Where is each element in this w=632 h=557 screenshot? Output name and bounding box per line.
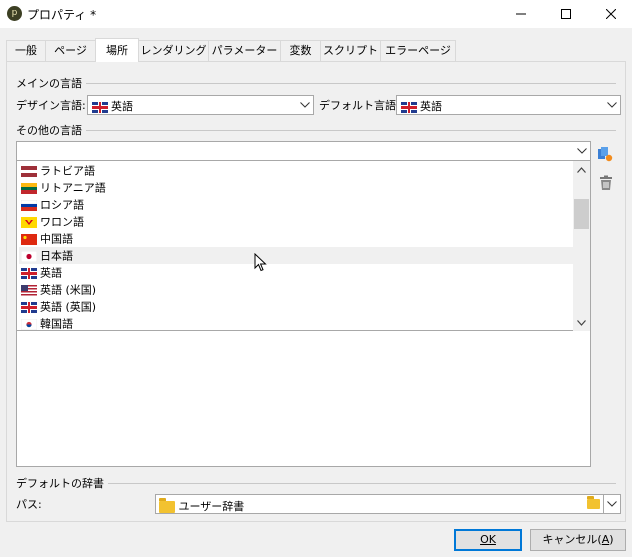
title-bar: p プロパティ * <box>0 0 632 28</box>
folder-icon <box>586 496 600 509</box>
list-item[interactable]: 日本語 <box>19 247 573 264</box>
folder-icon <box>159 498 175 513</box>
cancel-label: キャンセル( <box>542 533 602 546</box>
browse-folder-button[interactable] <box>584 495 602 513</box>
trash-icon[interactable] <box>598 175 614 191</box>
chevron-down-icon <box>576 148 587 154</box>
divider <box>86 129 616 131</box>
minimize-icon <box>516 13 526 15</box>
app-icon: p <box>7 6 22 21</box>
list-item[interactable]: ラトビア語 <box>19 162 573 179</box>
cancel-label-close: ) <box>609 533 614 546</box>
lithuania-flag-icon <box>21 182 37 194</box>
tab-error-pages[interactable]: エラーページ <box>380 40 456 61</box>
list-item-label: 日本語 <box>40 249 73 263</box>
main-language-section: メインの言語 <box>16 75 616 91</box>
list-item[interactable]: 中国語 <box>19 230 573 247</box>
tab-variables[interactable]: 変数 <box>280 40 321 61</box>
tab-general[interactable]: 一般 <box>6 40 46 61</box>
list-item-label: ラトビア語 <box>40 164 95 178</box>
list-item[interactable]: 英語 (米国) <box>19 281 573 298</box>
default-language-value: 英語 <box>420 100 442 113</box>
list-item-label: ロシア語 <box>40 198 84 212</box>
maximize-button[interactable] <box>543 0 589 28</box>
language-combo-input[interactable] <box>17 142 590 161</box>
korea-flag-icon <box>21 318 37 330</box>
list-item-label: 英語 (米国) <box>40 283 97 297</box>
minimize-button[interactable] <box>498 0 544 28</box>
ok-button[interactable]: OK <box>454 529 522 551</box>
path-label: パス: <box>16 498 42 511</box>
chevron-down-icon <box>607 501 617 507</box>
dictionary-path-field[interactable]: ユーザー辞書 <box>155 494 621 514</box>
uk-flag-icon <box>401 101 417 113</box>
tab-page[interactable]: ページ <box>45 40 96 61</box>
language-dropdown-list[interactable]: ラトビア語 リトアニア語 ロシア語 ワロン語 中国語 日本語 英語 英語 (米国… <box>17 161 590 331</box>
list-item[interactable]: リトアニア語 <box>19 179 573 196</box>
tab-bar: 一般 ページ 場所 レンダリング パラメーター 変数 スクリプト エラーページ <box>0 38 632 62</box>
maximize-icon <box>561 9 571 19</box>
dropdown-button[interactable] <box>603 96 620 114</box>
other-languages-list[interactable]: ラトビア語 リトアニア語 ロシア語 ワロン語 中国語 日本語 英語 英語 (米国… <box>16 141 591 467</box>
scroll-up-button[interactable] <box>573 161 590 178</box>
tab-rendering[interactable]: レンダリング <box>138 40 209 61</box>
chevron-down-icon <box>606 102 617 108</box>
list-item-label: 中国語 <box>40 232 73 246</box>
latvia-flag-icon <box>21 165 37 177</box>
default-language-select[interactable]: 英語 <box>396 95 621 115</box>
list-item[interactable]: 韓国語 <box>19 315 573 330</box>
uk-flag-icon <box>92 101 108 113</box>
scrollbar-thumb[interactable] <box>574 199 589 229</box>
list-item[interactable]: 英語 (英国) <box>19 298 573 315</box>
default-dictionary-section: デフォルトの辞書 <box>16 475 616 491</box>
list-item-label: 英語 <box>40 266 62 280</box>
dictionary-path-value: ユーザー辞書 <box>178 500 245 513</box>
vertical-scrollbar[interactable] <box>573 161 590 331</box>
chevron-up-icon <box>577 166 586 173</box>
usa-flag-icon <box>21 284 37 296</box>
list-item-label: ワロン語 <box>40 215 84 229</box>
china-flag-icon <box>21 233 37 245</box>
main-language-heading: メインの言語 <box>16 77 82 90</box>
list-item-label: 英語 (英国) <box>40 300 97 314</box>
default-language-label: デフォルト言語: <box>319 99 400 112</box>
chevron-down-icon <box>577 319 586 326</box>
close-button[interactable] <box>588 0 632 28</box>
russia-flag-icon <box>21 199 37 211</box>
dropdown-button[interactable] <box>573 142 590 160</box>
tab-location[interactable]: 場所 <box>95 38 139 62</box>
list-item[interactable]: ワロン語 <box>19 213 573 230</box>
window-title: プロパティ * <box>27 8 97 22</box>
design-language-value: 英語 <box>111 100 133 113</box>
cancel-button[interactable]: キャンセル(A) <box>530 529 626 551</box>
close-icon <box>606 9 616 19</box>
scroll-down-button[interactable] <box>573 314 590 331</box>
other-languages-heading: その他の言語 <box>16 124 82 137</box>
wallonia-flag-icon <box>21 216 37 228</box>
add-language-icon[interactable] <box>597 146 613 162</box>
list-item-label: 韓国語 <box>40 317 73 331</box>
mouse-cursor-icon <box>254 253 267 272</box>
design-language-select[interactable]: 英語 <box>87 95 314 115</box>
uk-flag-icon <box>21 267 37 279</box>
divider <box>86 82 616 84</box>
list-item-label: リトアニア語 <box>40 181 106 195</box>
list-item[interactable]: 英語 <box>19 264 573 281</box>
design-language-label: デザイン言語: <box>16 99 86 112</box>
uk-flag-icon <box>21 301 37 313</box>
tab-scripts[interactable]: スクリプト <box>320 40 381 61</box>
other-languages-section: その他の言語 <box>16 122 616 138</box>
tab-parameters[interactable]: パラメーター <box>208 40 281 61</box>
dropdown-button[interactable] <box>296 96 313 114</box>
dropdown-button[interactable] <box>603 495 620 513</box>
default-dictionary-heading: デフォルトの辞書 <box>16 477 104 490</box>
ok-label: OK <box>480 533 496 546</box>
divider <box>108 482 616 484</box>
chevron-down-icon <box>299 102 310 108</box>
list-item[interactable]: ロシア語 <box>19 196 573 213</box>
japan-flag-icon <box>21 250 37 262</box>
